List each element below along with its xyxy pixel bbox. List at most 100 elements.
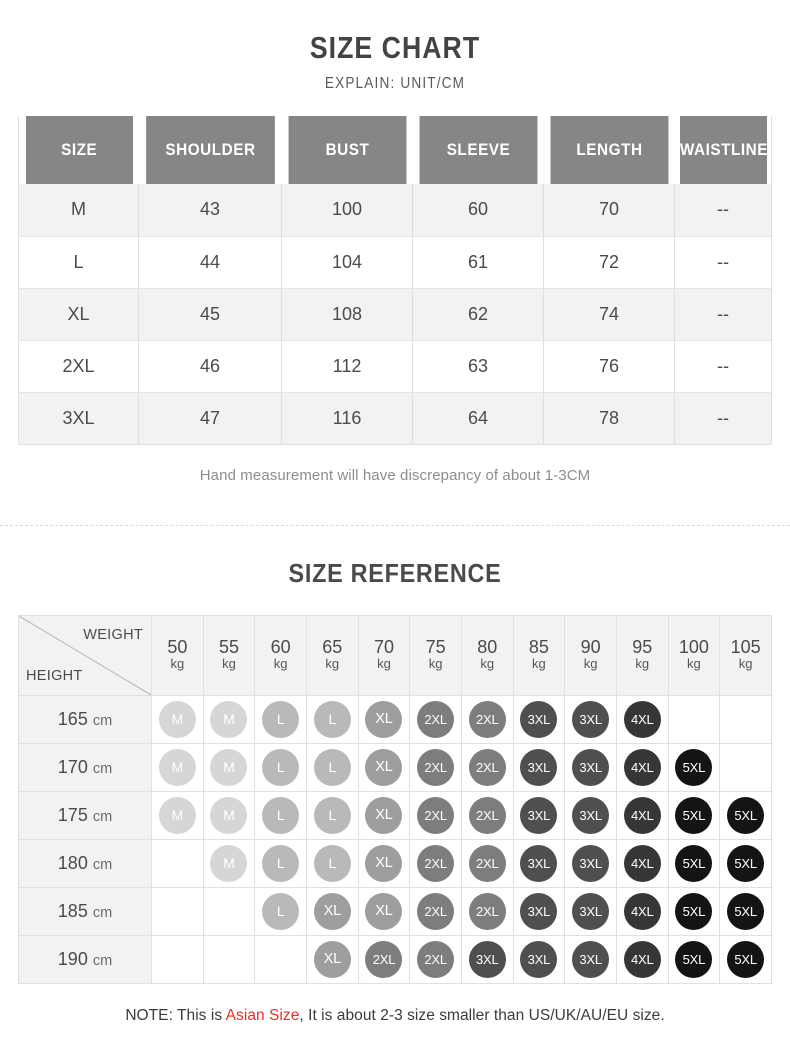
- size-bubble-2xl: 2XL: [417, 892, 455, 930]
- weight-height-corner-cell: WEIGHT HEIGHT: [18, 614, 152, 696]
- size-reference-cell: M: [202, 694, 256, 744]
- size-reference-cell: 3XL: [564, 694, 617, 744]
- size-chart-cell-waistline: --: [674, 340, 772, 393]
- size-reference-cell: [151, 934, 204, 984]
- size-reference-cell: L: [254, 742, 307, 792]
- size-reference-cell: L: [254, 886, 307, 936]
- size-bubble-xl: XL: [313, 940, 351, 978]
- size-chart-cell-length: 70: [543, 184, 675, 237]
- size-reference-cell: 5XL: [667, 886, 721, 936]
- size-reference-cell: 5XL: [719, 934, 772, 984]
- height-unit: cm: [92, 856, 113, 873]
- size-chart-cell-waistline: --: [674, 288, 772, 341]
- size-reference-cell: 5XL: [667, 934, 721, 984]
- size-bubble-5xl: 5XL: [675, 748, 713, 786]
- size-chart-cell-bust: 112: [281, 340, 413, 393]
- size-chart-cell-length: 78: [543, 392, 675, 444]
- size-reference-tbody: 165 cm M M L L XL 2XL 2XL 3XL 3XL 4XL 170 cm M M L L XL 2…: [18, 694, 772, 984]
- size-reference-cell: XL: [305, 886, 359, 936]
- size-reference-cell: [719, 742, 772, 792]
- size-reference-row: 185 cm L XL XL 2XL 2XL 3XL 3XL 4XL 5XL 5XL: [18, 886, 772, 936]
- size-chart-cell-size: L: [18, 236, 139, 289]
- size-reference-cell: [151, 886, 204, 936]
- table-row: M 43 100 60 70 --: [18, 184, 772, 237]
- size-reference-cell: M: [151, 694, 204, 744]
- size-reference-cell: 5XL: [667, 790, 721, 840]
- size-bubble-5xl: 5XL: [675, 892, 713, 930]
- height-value: 190: [57, 948, 88, 969]
- weight-unit: kg: [222, 656, 236, 672]
- size-reference-cell: XL: [357, 886, 411, 936]
- size-reference-table: WEIGHT HEIGHT 50 kg 55 kg 60 kg 65 kg 70 kg 75 kg 80…: [18, 614, 772, 984]
- size-bubble-4xl: 4XL: [623, 892, 661, 930]
- size-reference-table-wrap: WEIGHT HEIGHT 50 kg 55 kg 60 kg 65 kg 70 kg 75 kg 80…: [18, 614, 772, 984]
- size-chart-cell-length: 76: [543, 340, 675, 393]
- weight-value: 80: [477, 636, 498, 657]
- height-value: 185: [57, 900, 88, 921]
- size-reference-cell: XL: [357, 694, 411, 744]
- size-reference-cell: 5XL: [667, 838, 721, 888]
- weight-value: 70: [373, 636, 394, 657]
- size-reference-cell: [254, 934, 307, 984]
- size-chart-table: SIZE SHOULDER BUST SLEEVE LENGTH WAISTLINE M4…: [18, 116, 772, 445]
- size-chart-page: SIZE CHART EXPLAIN: UNIT/CM SIZE SHOULDER…: [0, 0, 790, 1060]
- size-bubble-m: M: [158, 796, 196, 834]
- size-bubble-4xl: 4XL: [623, 748, 661, 786]
- size-bubble-5xl: 5XL: [727, 940, 765, 978]
- weight-column-header-85kg: 85 kg: [512, 614, 566, 696]
- note-suffix: , It is about 2-3 size smaller than US/U…: [299, 1006, 665, 1024]
- size-chart-cell-size: XL: [18, 288, 139, 341]
- size-chart-cell-sleeve: 61: [412, 236, 544, 289]
- size-bubble-3xl: 3XL: [572, 940, 610, 978]
- size-reference-cell: 3XL: [564, 934, 617, 984]
- size-bubble-m: M: [210, 700, 248, 738]
- size-chart-tbody: M 43 100 60 70 -- L 44 104 61 72 -- XL 45 108 62 74 -- 2XL…: [18, 184, 772, 444]
- size-bubble-4xl: 4XL: [623, 796, 661, 834]
- size-reference-cell: 2XL: [409, 886, 462, 936]
- size-chart-header-bust: BUST: [288, 116, 406, 184]
- weight-unit: kg: [377, 656, 391, 672]
- size-reference-cell: 2XL: [460, 790, 514, 840]
- size-reference-cell: L: [305, 838, 359, 888]
- size-chart-cell-shoulder: 43: [138, 184, 282, 237]
- size-bubble-2xl: 2XL: [468, 844, 506, 882]
- height-row-header-185cm: 185 cm: [18, 886, 152, 936]
- size-bubble-3xl: 3XL: [520, 844, 558, 882]
- size-bubble-l: L: [262, 796, 300, 834]
- size-reference-cell: 3XL: [512, 934, 566, 984]
- size-reference-cell: 3XL: [460, 934, 514, 984]
- size-reference-cell: 4XL: [615, 694, 669, 744]
- size-reference-cell: 2XL: [460, 886, 514, 936]
- height-axis-label: HEIGHT: [26, 667, 83, 684]
- weight-column-header-105kg: 105 kg: [719, 614, 772, 696]
- weight-value: 105: [730, 636, 761, 657]
- size-reference-cell: 3XL: [512, 694, 566, 744]
- size-reference-thead: WEIGHT HEIGHT 50 kg 55 kg 60 kg 65 kg 70 kg 75 kg 80…: [18, 614, 772, 696]
- page-subtitle: EXPLAIN: UNIT/CM: [324, 75, 466, 92]
- note-prefix: NOTE: This is: [125, 1006, 226, 1024]
- size-reference-cell: 3XL: [564, 886, 617, 936]
- weight-column-header-100kg: 100 kg: [667, 614, 721, 696]
- size-reference-cell: [202, 934, 256, 984]
- hand-measurement-note: Hand measurement will have discrepancy o…: [199, 466, 591, 484]
- size-reference-cell: M: [202, 790, 256, 840]
- size-bubble-5xl: 5XL: [727, 796, 765, 834]
- asian-size-note: NOTE: This is Asian Size, It is about 2-…: [0, 1007, 790, 1025]
- height-row-header-180cm: 180 cm: [18, 838, 152, 888]
- size-reference-cell: M: [151, 742, 204, 792]
- size-reference-cell: L: [305, 790, 359, 840]
- size-bubble-l: L: [262, 748, 300, 786]
- size-bubble-m: M: [158, 700, 196, 738]
- size-chart-header-sleeve: SLEEVE: [419, 116, 537, 184]
- size-chart-header-size: SIZE: [24, 116, 133, 184]
- weight-unit: kg: [428, 656, 443, 672]
- size-chart-header-length: LENGTH: [550, 116, 668, 184]
- size-chart-cell-sleeve: 64: [412, 392, 544, 444]
- weight-unit: kg: [532, 656, 546, 672]
- size-reference-cell: L: [305, 694, 359, 744]
- size-chart-table-wrap: SIZE SHOULDER BUST SLEEVE LENGTH WAISTLINE M4…: [18, 116, 772, 445]
- size-reference-cell: 4XL: [615, 886, 669, 936]
- height-unit: cm: [92, 712, 113, 729]
- size-bubble-3xl: 3XL: [520, 796, 558, 834]
- size-bubble-3xl: 3XL: [572, 748, 610, 786]
